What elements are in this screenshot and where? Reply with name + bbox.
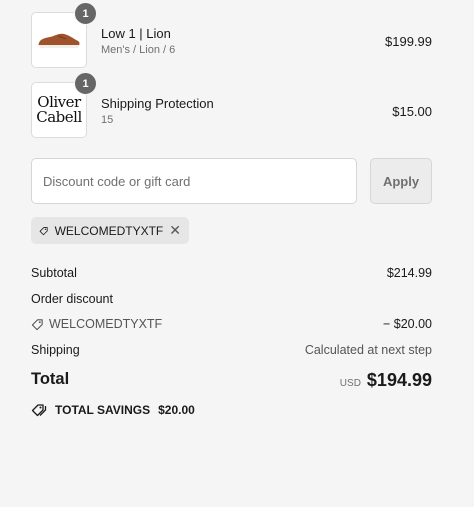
- tag-icon: [39, 226, 48, 235]
- sneaker-icon: [38, 33, 80, 48]
- total-row: Total USD $194.99: [31, 370, 432, 394]
- discount-value: − $20.00: [382, 317, 432, 331]
- order-discount-row: Order discount: [31, 292, 432, 306]
- subtotal-label: Subtotal: [31, 266, 77, 280]
- total-value-group: USD $194.99: [340, 370, 432, 391]
- shipping-label: Shipping: [31, 343, 80, 357]
- total-savings: TOTAL SAVINGS $20.00: [31, 403, 195, 417]
- quantity-badge: 1: [74, 72, 97, 95]
- product-variant: Men's / Lion / 6: [101, 44, 176, 56]
- product-variant: 15: [101, 114, 114, 126]
- subtotal-value: $214.99: [386, 266, 432, 280]
- currency-code: USD: [339, 378, 361, 389]
- subtotal-row: Subtotal $214.99: [31, 266, 432, 280]
- product-name: Shipping Protection: [101, 96, 214, 111]
- total-label: Total: [31, 370, 70, 388]
- tag-icon: [31, 318, 43, 330]
- product-price: $199.99: [385, 34, 432, 49]
- applied-discount-tag: WELCOMEDTYXTF ✕: [31, 217, 189, 244]
- product-price: $15.00: [392, 104, 432, 119]
- line-item-low-1-lion: 1 Low 1 | Lion Men's / Lion / 6 $199.99: [31, 2, 432, 69]
- quantity-badge: 1: [74, 2, 97, 25]
- applied-discount-code: WELCOMEDTYXTF: [54, 223, 164, 238]
- savings-value: $20.00: [158, 403, 195, 417]
- discount-code-label: WELCOMEDTYXTF: [31, 317, 162, 331]
- shipping-value: Calculated at next step: [304, 343, 432, 357]
- apply-button[interactable]: Apply: [370, 158, 432, 204]
- discount-code-input[interactable]: [31, 158, 357, 204]
- remove-discount-icon[interactable]: ✕: [169, 222, 181, 239]
- savings-tag-icon: [31, 404, 47, 417]
- order-discount-label: Order discount: [31, 292, 113, 306]
- total-value: $194.99: [366, 370, 432, 390]
- brand-logo: Oliver Cabell: [36, 93, 82, 126]
- savings-label: TOTAL SAVINGS: [55, 403, 151, 417]
- shipping-row: Shipping Calculated at next step: [31, 343, 432, 357]
- product-name: Low 1 | Lion: [101, 26, 171, 41]
- discount-code-row: WELCOMEDTYXTF − $20.00: [31, 317, 432, 334]
- line-item-shipping-protection: Oliver Cabell 1 Shipping Protection 15 $…: [31, 72, 432, 139]
